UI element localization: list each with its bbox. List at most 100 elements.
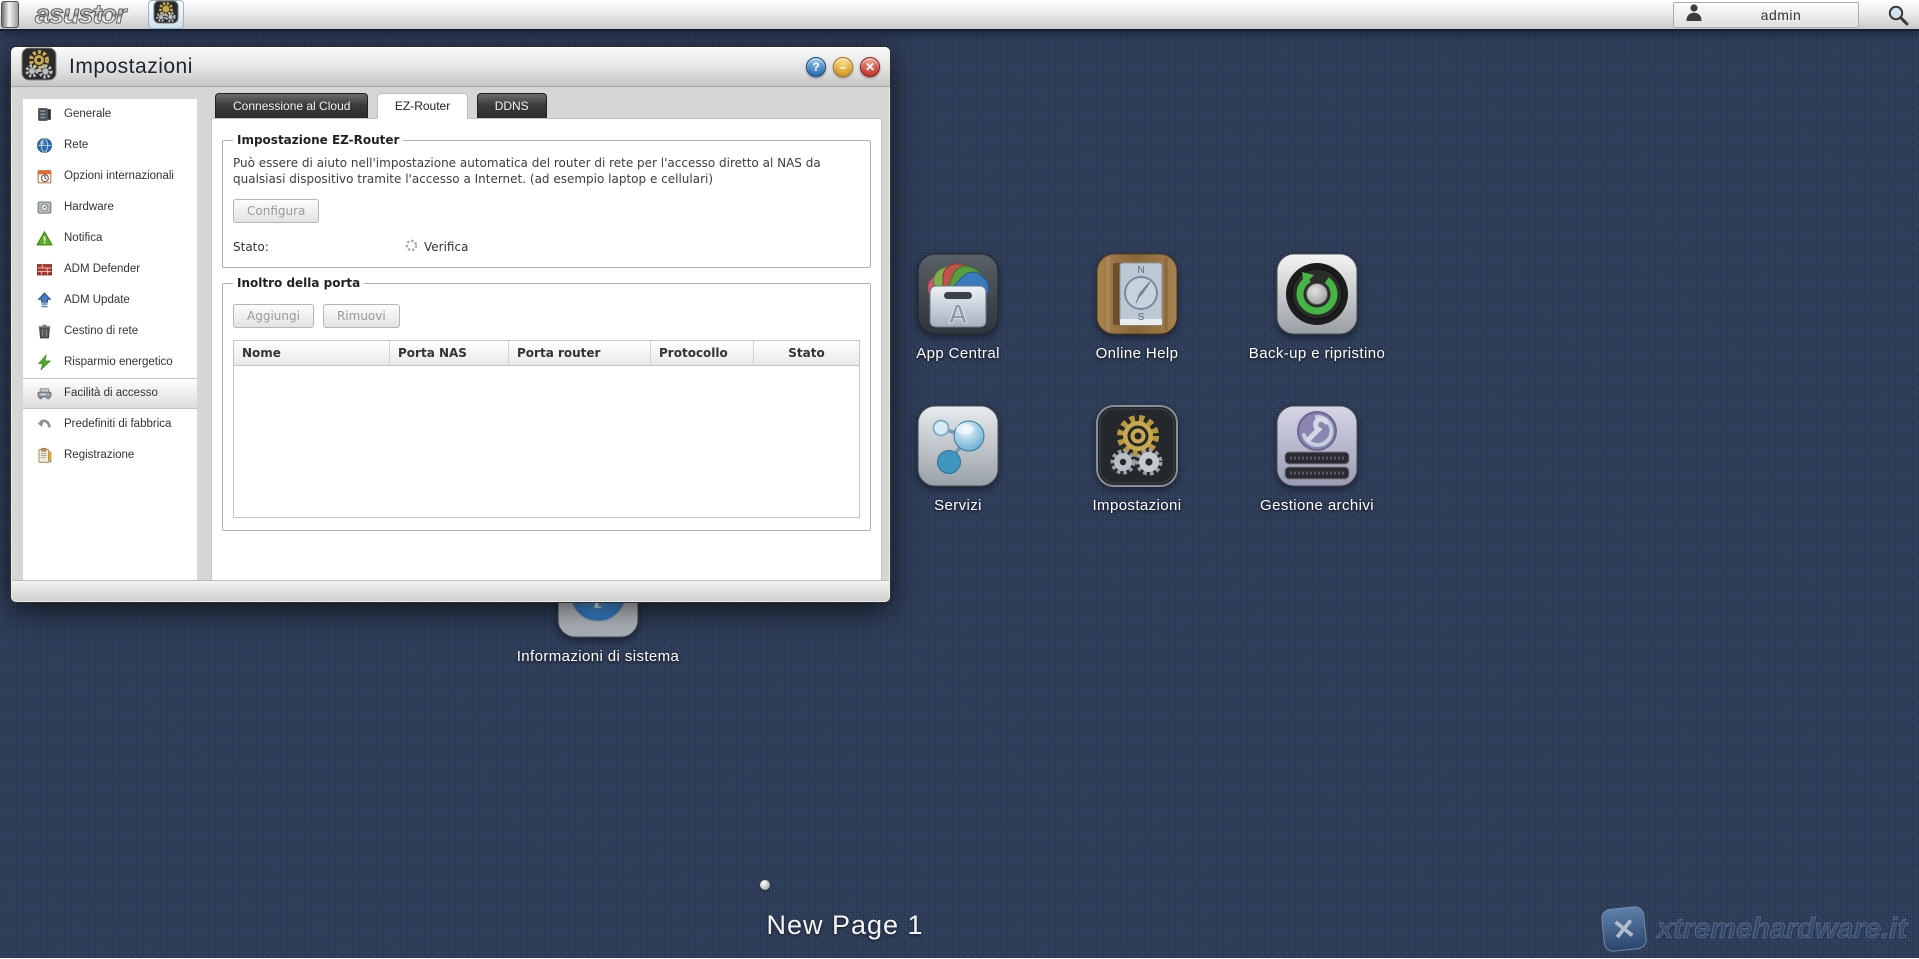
sidebar-item-label: Hardware: [64, 200, 176, 214]
sidebar-item-label: ADM Defender: [64, 262, 176, 276]
aggiungi-button[interactable]: Aggiungi: [233, 304, 314, 328]
sidebar-item-registrazione[interactable]: Registrazione: [23, 440, 197, 471]
tab-content-ez-router: Impostazione EZ-Router Può essere di aiu…: [211, 118, 882, 581]
tab-strip: Connessione al Cloud EZ-Router DDNS: [215, 93, 880, 119]
window-title: Impostazioni: [69, 55, 193, 79]
settings-gears-icon: [1096, 405, 1178, 487]
backup-restore-icon: [1276, 253, 1358, 335]
user-icon: [1684, 2, 1704, 27]
sidebar-item-label: Generale: [64, 107, 176, 121]
page-indicator-dot[interactable]: [760, 880, 770, 890]
firewall-icon: [36, 261, 53, 278]
watermark: ✕ xtremehardware.it: [1601, 906, 1907, 952]
sidebar-item-label: Risparmio energetico: [64, 355, 176, 369]
sidebar-item-risparmio-energetico[interactable]: Risparmio energetico: [23, 347, 197, 378]
online-help-icon: N S: [1096, 253, 1178, 335]
sidebar-item-label: Notifica: [64, 231, 176, 245]
column-header-nome[interactable]: Nome: [234, 341, 390, 365]
user-menu[interactable]: admin: [1673, 2, 1859, 28]
ez-router-legend: Impostazione EZ-Router: [233, 133, 403, 147]
column-header-porta-router[interactable]: Porta router: [509, 341, 651, 365]
sidebar-item-label: Facilità di accesso: [64, 386, 176, 400]
sidebar-item-label: ADM Update: [64, 293, 176, 307]
ez-router-description: Può essere di aiuto nell'impostazione au…: [233, 155, 860, 187]
column-header-stato[interactable]: Stato: [754, 341, 859, 365]
sidebar-item-predefiniti-di-fabbrica[interactable]: Predefiniti di fabbrica: [23, 409, 197, 440]
xtremehardware-logo-icon: ✕: [1599, 904, 1650, 955]
sidebar-item-facilita-di-accesso[interactable]: Facilità di accesso: [23, 378, 197, 409]
settings-sidebar: Generale Rete Opzioni internazionali Har…: [23, 99, 197, 581]
sidebar-item-adm-update[interactable]: ADM Update: [23, 285, 197, 316]
ez-router-settings-group: Impostazione EZ-Router Può essere di aiu…: [222, 133, 871, 268]
trash-icon: [36, 323, 53, 340]
status-value: Verifica: [424, 240, 468, 254]
configura-button[interactable]: Configura: [233, 199, 319, 223]
desktop-icon-backup-ripristino[interactable]: Back-up e ripristino: [1232, 253, 1402, 362]
user-name: admin: [1704, 7, 1858, 23]
calendar-icon: [36, 168, 53, 185]
router-icon: [36, 385, 53, 402]
desktop-icon-label: Back-up e ripristino: [1232, 345, 1402, 362]
sidebar-item-label: Rete: [64, 138, 176, 152]
search-icon[interactable]: [1885, 2, 1911, 28]
sidebar-item-opzioni-internazionali[interactable]: Opzioni internazionali: [23, 161, 197, 192]
window-titlebar[interactable]: Impostazioni ? – ✕: [11, 47, 890, 87]
minimize-button[interactable]: –: [833, 57, 853, 77]
close-button[interactable]: ✕: [860, 57, 880, 77]
desktop-icon-servizi[interactable]: Servizi: [873, 405, 1043, 514]
sidebar-item-adm-defender[interactable]: ADM Defender: [23, 254, 197, 285]
sidebar-item-rete[interactable]: Rete: [23, 130, 197, 161]
port-forwarding-table: Nome Porta NAS Porta router Protocollo S…: [233, 340, 860, 518]
undo-arrow-icon: [36, 416, 53, 433]
desktop-icon-label: Impostazioni: [1052, 497, 1222, 514]
tab-ez-router[interactable]: EZ-Router: [377, 93, 468, 119]
sidebar-item-notifica[interactable]: Notifica: [23, 223, 197, 254]
settings-window: Impostazioni ? – ✕ Generale Rete Opzioni…: [10, 46, 891, 603]
desktop-icon-label: Online Help: [1052, 345, 1222, 362]
svg-text:S: S: [1138, 312, 1145, 323]
sidebar-item-label: Predefiniti di fabbrica: [64, 417, 176, 431]
desktop-icon-online-help[interactable]: N S Online Help: [1052, 253, 1222, 362]
desktop-icon-app-central[interactable]: A App Central: [873, 253, 1043, 362]
clipboard-icon: [36, 447, 53, 464]
desktop-icon-label: Gestione archivi: [1232, 497, 1402, 514]
storage-manager-icon: [1276, 405, 1358, 487]
alert-triangle-icon: [36, 230, 53, 247]
port-forwarding-group: Inoltro della porta Aggiungi Rimuovi Nom…: [222, 276, 871, 531]
svg-text:A: A: [948, 299, 968, 329]
sidebar-item-cestino-di-rete[interactable]: Cestino di rete: [23, 316, 197, 347]
desktop-icon-label: Informazioni di sistema: [513, 648, 683, 665]
svg-text:N: N: [1137, 265, 1144, 276]
tab-ddns[interactable]: DDNS: [477, 93, 547, 119]
column-header-protocollo[interactable]: Protocollo: [651, 341, 754, 365]
page-label: New Page 1: [740, 910, 950, 941]
desktop-icon-impostazioni[interactable]: Impostazioni: [1052, 405, 1222, 514]
server-icon: [36, 106, 53, 123]
bar-collapse-handle[interactable]: [1, 1, 19, 28]
lightning-icon: [36, 354, 53, 371]
table-body-empty: [233, 366, 860, 518]
help-button[interactable]: ?: [806, 57, 826, 77]
globe-icon: [36, 137, 53, 154]
settings-gears-icon: [21, 47, 57, 86]
desktop-icon-label: App Central: [873, 345, 1043, 362]
desktop-icon-label: Servizi: [873, 497, 1043, 514]
sidebar-item-label: Cestino di rete: [64, 324, 176, 338]
sidebar-item-hardware[interactable]: Hardware: [23, 192, 197, 223]
app-central-icon: A: [917, 253, 999, 335]
tab-connessione-al-cloud[interactable]: Connessione al Cloud: [215, 93, 368, 119]
spinner-icon: [405, 239, 418, 255]
sidebar-item-label: Opzioni internazionali: [64, 169, 176, 183]
watermark-text: xtremehardware.it: [1657, 913, 1907, 946]
status-label: Stato:: [233, 240, 405, 254]
port-forwarding-legend: Inoltro della porta: [233, 276, 364, 290]
arrow-up-icon: [36, 292, 53, 309]
asustor-logo: asustor: [35, 1, 126, 28]
desktop-icon-gestione-archivi[interactable]: Gestione archivi: [1232, 405, 1402, 514]
top-bar: asustor admin: [0, 0, 1919, 31]
sidebar-item-generale[interactable]: Generale: [23, 99, 197, 130]
column-header-porta-nas[interactable]: Porta NAS: [390, 341, 509, 365]
taskbar-item-impostazioni[interactable]: [148, 0, 184, 29]
table-header-row: Nome Porta NAS Porta router Protocollo S…: [233, 340, 860, 366]
rimuovi-button[interactable]: Rimuovi: [323, 304, 400, 328]
